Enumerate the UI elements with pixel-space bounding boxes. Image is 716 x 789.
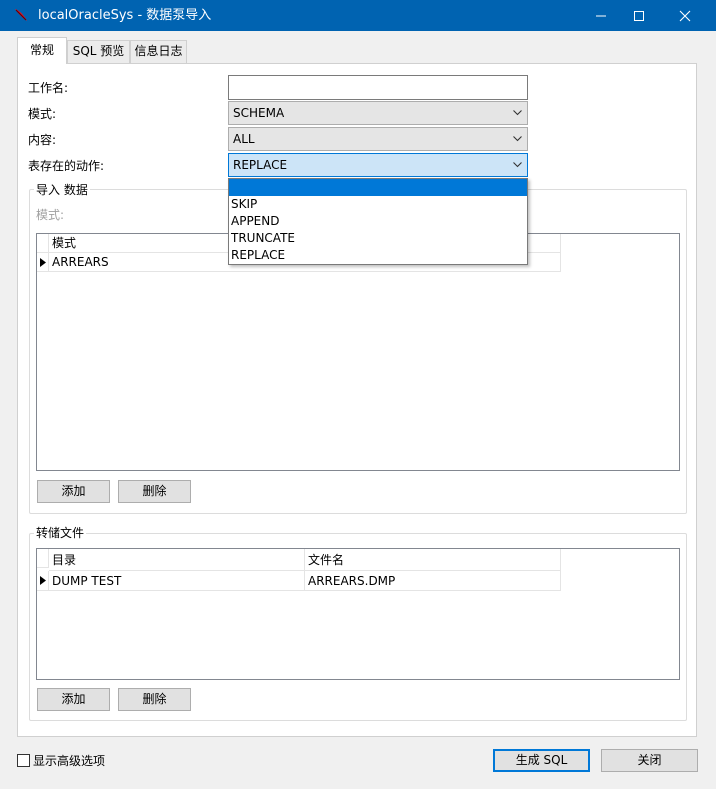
dump-files-title: 转储文件 (34, 526, 87, 540)
generate-sql-button[interactable]: 生成 SQL (493, 749, 590, 772)
chevron-down-icon (513, 136, 522, 142)
table-cell[interactable]: ARREARS.DMP (305, 571, 561, 591)
delete-dump-file-button[interactable]: 删除 (118, 688, 191, 711)
grid-corner (37, 549, 49, 568)
import-mode-label: 模式: (36, 208, 65, 222)
table-exists-action-value: REPLACE (233, 158, 288, 172)
dropdown-option-truncate[interactable]: TRUNCATE (229, 230, 527, 247)
advanced-options-checkbox[interactable] (17, 754, 30, 767)
table-cell[interactable]: DUMP TEST (49, 571, 305, 591)
job-name-input[interactable] (228, 75, 528, 100)
mode-value: SCHEMA (233, 106, 285, 120)
chevron-down-icon (513, 162, 522, 168)
import-data-title: 导入 数据 (34, 183, 90, 197)
content-label: 内容: (28, 133, 57, 147)
minimize-icon (596, 15, 606, 17)
dropdown-option-append[interactable]: APPEND (229, 213, 527, 230)
tab-info-log[interactable]: 信息日志 (130, 40, 187, 63)
table-exists-action-label: 表存在的动作: (28, 159, 105, 173)
window-title: localOracleSys - 数据泵导入 (38, 8, 212, 23)
row-header[interactable] (37, 571, 49, 591)
dump-files-grid[interactable]: 目录 文件名 DUMP TEST ARREARS.DMP (36, 548, 680, 680)
add-dump-file-button[interactable]: 添加 (37, 688, 110, 711)
close-button[interactable]: 关闭 (601, 749, 698, 772)
row-pointer-icon (40, 258, 46, 267)
row-pointer-icon (40, 576, 46, 585)
column-header-directory[interactable]: 目录 (49, 549, 305, 571)
close-window-button[interactable] (662, 0, 708, 31)
oracle-feather-icon (12, 6, 30, 24)
column-header-filename[interactable]: 文件名 (305, 549, 561, 571)
job-name-label: 工作名: (28, 81, 69, 95)
chevron-down-icon (513, 110, 522, 116)
maximize-icon (634, 11, 644, 21)
table-exists-action-select[interactable]: REPLACE (228, 153, 528, 177)
row-header[interactable] (37, 253, 49, 272)
content-value: ALL (233, 132, 255, 146)
grid-corner (37, 234, 49, 253)
tab-general[interactable]: 常规 (17, 37, 67, 64)
title-bar: localOracleSys - 数据泵导入 (0, 0, 716, 31)
close-icon (679, 10, 691, 22)
tab-sql-preview[interactable]: SQL 预览 (67, 40, 130, 63)
delete-schema-button[interactable]: 删除 (118, 480, 191, 503)
maximize-button[interactable] (616, 0, 662, 31)
dropdown-option-replace[interactable]: REPLACE (229, 247, 527, 264)
content-select[interactable]: ALL (228, 127, 528, 151)
mode-label: 模式: (28, 107, 57, 121)
table-exists-action-dropdown[interactable]: SKIP APPEND TRUNCATE REPLACE (228, 178, 528, 265)
schema-grid[interactable]: 模式 ARREARS (36, 233, 680, 471)
dropdown-option-skip[interactable]: SKIP (229, 196, 527, 213)
mode-select[interactable]: SCHEMA (228, 101, 528, 125)
add-schema-button[interactable]: 添加 (37, 480, 110, 503)
advanced-options-label[interactable]: 显示高级选项 (33, 753, 105, 769)
dropdown-option-empty[interactable] (229, 179, 527, 196)
